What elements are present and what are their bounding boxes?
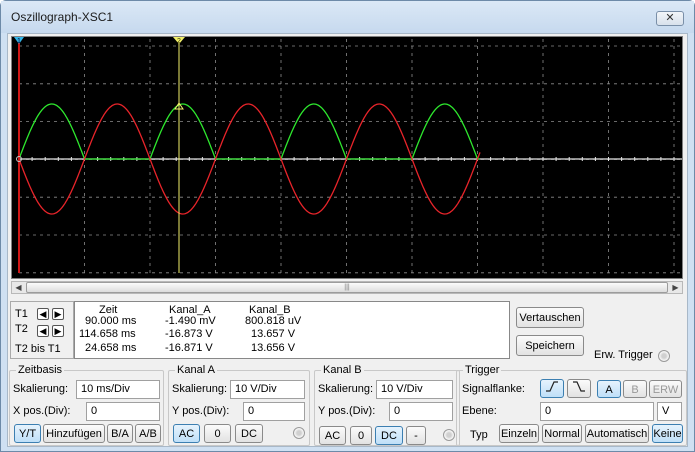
t2-minus-t1-label: T2 bis T1 [15, 343, 61, 355]
readout-t2-time: 114.658 ms [79, 328, 136, 340]
channel-b-minus-button[interactable]: - [406, 426, 426, 445]
channel-b-group: Kanal B Skalierung: 10 V/Div Y pos.(Div)… [314, 364, 460, 446]
readout-t1-time: 90.000 ms [85, 315, 137, 327]
t1-right-arrow-icon[interactable]: ▶ [52, 308, 64, 320]
trigger-level-unit[interactable]: V [657, 402, 682, 421]
channel-a-group: Kanal A Skalierung: 10 V/Div Y pos.(Div)… [168, 364, 310, 446]
trigger-normal-button[interactable]: Normal [542, 424, 582, 443]
channel-b-radio[interactable] [443, 429, 455, 441]
trigger-title: Trigger [463, 364, 502, 376]
timebase-group: Zeitbasis Skalierung: 10 ms/Div X pos.(D… [9, 364, 164, 446]
oscilloscope-window: Oszillograph-XSC1 ✕ 1 2 ◀ ||| ▶ T1 ◀ ▶ T… [0, 0, 695, 452]
measurement-readout: Zeit Kanal_A Kanal_B 90.000 ms -1.490 mV… [74, 301, 510, 359]
cursor-2-marker: 2 [177, 38, 181, 45]
trigger-edge-label: Signalflanke: [462, 383, 525, 395]
trigger-single-button[interactable]: Einzeln [499, 424, 539, 443]
window-title: Oszillograph-XSC1 [11, 10, 114, 24]
t1-label: T1 [15, 308, 28, 320]
scope-screen: 1 2 [14, 37, 682, 274]
channel-a-scale-label: Skalierung: [172, 383, 228, 395]
channel-a-zero-button[interactable]: 0 [204, 424, 231, 443]
readout-t1-a: -1.490 mV [165, 315, 216, 327]
t2-right-arrow-icon[interactable]: ▶ [52, 325, 64, 337]
trigger-source-ext-button[interactable]: ERW [649, 380, 682, 398]
trigger-group: Trigger Signalflanke: A B ERW Ebene: 0 V… [456, 364, 687, 446]
title-bar: Oszillograph-XSC1 ✕ [1, 1, 694, 33]
swap-button[interactable]: Vertauschen [516, 307, 584, 328]
cursor-labels: T1 ◀ ▶ T2 ◀ ▶ T2 bis T1 [10, 301, 74, 359]
scroll-thumb[interactable]: ||| [26, 282, 668, 293]
channel-a-ac-button[interactable]: AC [173, 424, 200, 443]
channel-b-ypos-label: Y pos.(Div): [318, 405, 376, 417]
readout-t2-b: 13.657 V [251, 328, 296, 340]
channel-b-zero-button[interactable]: 0 [350, 426, 372, 445]
save-button[interactable]: Speichern [516, 335, 584, 356]
channel-b-title: Kanal B [321, 364, 364, 376]
horizontal-scrollbar[interactable]: ◀ ||| ▶ [11, 281, 683, 294]
channel-b-ac-button[interactable]: AC [319, 426, 346, 445]
timebase-scale-field[interactable]: 10 ms/Div [76, 380, 160, 399]
readout-t2-a: -16.873 V [165, 328, 213, 340]
ext-trigger-label: Erw. Trigger [594, 349, 653, 361]
yt-mode-button[interactable]: Y/T [14, 424, 41, 443]
timebase-title: Zeitbasis [16, 364, 65, 376]
cursor-1-marker: 1 [17, 38, 21, 45]
add-mode-button[interactable]: Hinzufügen [43, 424, 105, 443]
trigger-source-b-button[interactable]: B [623, 380, 647, 398]
timebase-scale-label: Skalierung: [13, 383, 69, 395]
trigger-type-label: Typ [470, 429, 488, 441]
t1-left-arrow-icon[interactable]: ◀ [37, 308, 49, 320]
ext-trigger-radio[interactable] [658, 350, 670, 362]
trigger-level-field[interactable]: 0 [540, 402, 654, 421]
channel-b-ypos-field[interactable]: 0 [389, 402, 453, 421]
ba-mode-button[interactable]: B/A [107, 424, 133, 443]
t2-label: T2 [15, 323, 28, 335]
rising-edge-icon[interactable] [540, 379, 564, 398]
channel-b-scale-field[interactable]: 10 V/Div [376, 380, 453, 399]
grid [18, 39, 682, 274]
channel-a-dc-button[interactable]: DC [235, 424, 263, 443]
close-button[interactable]: ✕ [656, 11, 684, 26]
falling-edge-icon[interactable] [567, 379, 591, 398]
channel-a-title: Kanal A [175, 364, 217, 376]
scope-display: 1 2 [11, 36, 683, 279]
channel-a-ypos-label: Y pos.(Div): [172, 405, 230, 417]
timebase-xpos-field[interactable]: 0 [86, 402, 160, 421]
t2-left-arrow-icon[interactable]: ◀ [37, 325, 49, 337]
channel-a-ypos-field[interactable]: 0 [243, 402, 305, 421]
scroll-right-icon[interactable]: ▶ [669, 282, 682, 293]
readout-t1-b: 800.818 uV [245, 315, 302, 327]
channel-b-scale-label: Skalierung: [318, 383, 374, 395]
trigger-auto-button[interactable]: Automatisch [585, 424, 649, 443]
readout-diff-a: -16.871 V [165, 342, 213, 354]
channel-a-radio[interactable] [293, 427, 305, 439]
ab-mode-button[interactable]: A/B [135, 424, 161, 443]
timebase-xpos-label: X pos.(Div): [13, 405, 71, 417]
readout-diff-time: 24.658 ms [85, 342, 137, 354]
client-area: 1 2 ◀ ||| ▶ T1 ◀ ▶ T2 ◀ ▶ T2 bis T1 Zeit [7, 33, 688, 447]
trigger-level-label: Ebene: [462, 405, 497, 417]
channel-b-dc-button[interactable]: DC [375, 426, 403, 445]
readout-diff-b: 13.656 V [251, 342, 296, 354]
trigger-none-button[interactable]: Keine [652, 424, 683, 443]
channel-a-scale-field[interactable]: 10 V/Div [230, 380, 305, 399]
trigger-source-a-button[interactable]: A [597, 380, 621, 398]
scroll-left-icon[interactable]: ◀ [12, 282, 25, 293]
